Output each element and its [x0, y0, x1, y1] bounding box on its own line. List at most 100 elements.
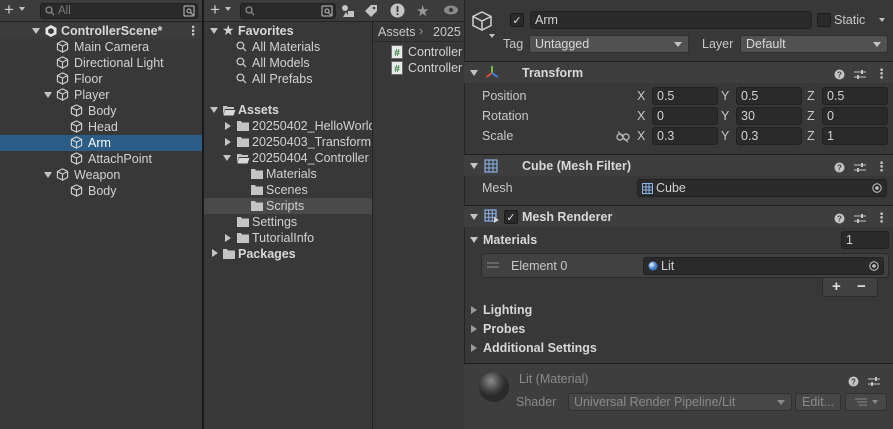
- hierarchy-item[interactable]: Directional Light: [0, 55, 202, 71]
- component-menu-icon[interactable]: ⋮: [875, 159, 888, 175]
- search-filter-icon[interactable]: [321, 5, 333, 17]
- add-dropdown-arrow-icon[interactable]: [225, 7, 231, 11]
- hierarchy-item[interactable]: Player: [0, 87, 202, 103]
- help-icon[interactable]: ?: [834, 69, 845, 80]
- component-menu-icon[interactable]: ⋮: [889, 373, 893, 389]
- material-object-field[interactable]: Lit: [643, 257, 884, 275]
- asset-folder[interactable]: 20250404_Controller: [204, 150, 372, 166]
- scale-x-input[interactable]: 0.3: [652, 127, 718, 145]
- hierarchy-add-button[interactable]: +: [4, 0, 14, 20]
- preset-icon[interactable]: [854, 213, 866, 224]
- filter-by-label-icon[interactable]: [364, 4, 378, 18]
- object-name-input[interactable]: Arm: [530, 11, 812, 29]
- hierarchy-item[interactable]: Head: [0, 119, 202, 135]
- collapse-arrow-icon[interactable]: [471, 306, 477, 314]
- mesh-renderer-header[interactable]: ✓ Mesh Renderer ? ⋮: [464, 205, 893, 227]
- asset-folder[interactable]: Scenes: [204, 182, 372, 198]
- asset-folder[interactable]: TutorialInfo: [204, 230, 372, 246]
- transform-header[interactable]: Transform ? ⋮: [464, 61, 893, 83]
- log-alert-icon[interactable]: [390, 3, 405, 18]
- mesh-filter-header[interactable]: Cube (Mesh Filter) ? ⋮: [464, 154, 893, 176]
- shader-options-button[interactable]: [845, 393, 887, 411]
- search-filter-icon[interactable]: [183, 5, 195, 17]
- hierarchy-item[interactable]: Body: [0, 183, 202, 199]
- preset-icon[interactable]: [854, 69, 866, 80]
- hierarchy-item[interactable]: Weapon: [0, 167, 202, 183]
- collapse-arrow-icon[interactable]: [471, 344, 477, 352]
- help-icon[interactable]: ?: [834, 213, 845, 224]
- expand-arrow-icon[interactable]: [44, 92, 52, 98]
- hierarchy-item[interactable]: Body: [0, 103, 202, 119]
- rotation-z-input[interactable]: 0: [822, 107, 888, 125]
- axis-label[interactable]: Y: [721, 129, 729, 143]
- object-picker-icon[interactable]: [872, 183, 882, 193]
- axis-label[interactable]: Z: [807, 109, 815, 123]
- hierarchy-item[interactable]: Main Camera: [0, 39, 202, 55]
- axis-label[interactable]: Y: [721, 89, 729, 103]
- help-icon[interactable]: ?: [834, 162, 845, 173]
- favorites-item[interactable]: All Models: [204, 55, 372, 71]
- add-dropdown-arrow-icon[interactable]: [19, 7, 25, 11]
- remove-element-button[interactable]: −: [857, 278, 866, 295]
- axis-label[interactable]: X: [637, 129, 645, 143]
- foldout-arrow-icon[interactable]: [470, 214, 478, 220]
- hierarchy-item[interactable]: AttachPoint: [0, 151, 202, 167]
- position-y-input[interactable]: 0.5: [736, 87, 802, 105]
- expand-arrow-icon[interactable]: [44, 172, 52, 178]
- expand-arrow-icon[interactable]: [223, 155, 231, 161]
- rotation-y-input[interactable]: 30: [736, 107, 802, 125]
- gameobject-cube-icon[interactable]: [471, 10, 493, 32]
- mesh-renderer-enabled-checkbox[interactable]: ✓: [504, 210, 518, 224]
- script-file[interactable]: # Controller: [373, 60, 463, 76]
- material-preview-sphere[interactable]: [478, 371, 510, 403]
- axis-label[interactable]: Z: [807, 89, 815, 103]
- hierarchy-search-input[interactable]: All: [40, 3, 198, 19]
- favorites-item[interactable]: All Prefabs: [204, 71, 372, 87]
- materials-count-input[interactable]: 1: [841, 231, 889, 249]
- axis-label[interactable]: X: [637, 109, 645, 123]
- hierarchy-item[interactable]: Floor: [0, 71, 202, 87]
- static-dropdown-arrow-icon[interactable]: [879, 18, 885, 22]
- hierarchy-item[interactable]: Arm: [0, 135, 202, 151]
- axis-label[interactable]: Z: [807, 129, 815, 143]
- collapse-arrow-icon[interactable]: [471, 325, 477, 333]
- scene-menu-icon[interactable]: ⋮: [187, 23, 200, 38]
- scale-y-input[interactable]: 0.3: [736, 127, 802, 145]
- constrain-proportions-icon[interactable]: [616, 131, 630, 143]
- component-menu-icon[interactable]: ⋮: [875, 66, 888, 82]
- favorite-star-icon[interactable]: ★: [416, 2, 429, 20]
- component-menu-icon[interactable]: ⋮: [875, 210, 888, 226]
- collapse-arrow-icon[interactable]: [225, 122, 231, 130]
- static-checkbox[interactable]: [817, 13, 831, 27]
- object-picker-icon[interactable]: [869, 261, 879, 271]
- asset-folder[interactable]: Materials: [204, 166, 372, 182]
- asset-folder[interactable]: Settings: [204, 214, 372, 230]
- preset-icon[interactable]: [868, 376, 880, 387]
- active-checkbox[interactable]: ✓: [510, 13, 524, 27]
- axis-label[interactable]: Y: [721, 109, 729, 123]
- asset-folder[interactable]: 20250402_HelloWorld: [204, 118, 372, 134]
- collapse-arrow-icon[interactable]: [212, 249, 218, 257]
- visibility-eye-icon[interactable]: [443, 4, 459, 16]
- script-file[interactable]: # Controller: [373, 44, 463, 60]
- position-z-input[interactable]: 0.5: [822, 87, 888, 105]
- project-add-button[interactable]: +: [210, 0, 220, 20]
- expand-arrow-icon[interactable]: [210, 107, 218, 113]
- help-icon[interactable]: ?: [848, 376, 859, 387]
- mesh-object-field[interactable]: Cube: [637, 179, 887, 197]
- materials-foldout-arrow-icon[interactable]: [470, 237, 478, 243]
- edit-shader-button[interactable]: Edit...: [795, 393, 841, 411]
- breadcrumb-assets[interactable]: Assets: [378, 25, 416, 39]
- expand-arrow-icon[interactable]: [32, 28, 40, 34]
- drag-handle-icon[interactable]: [487, 262, 499, 269]
- position-x-input[interactable]: 0.5: [652, 87, 718, 105]
- shader-dropdown[interactable]: Universal Render Pipeline/Lit: [568, 393, 792, 411]
- layer-dropdown[interactable]: Default: [740, 35, 888, 53]
- icon-dropdown-arrow-icon[interactable]: [489, 34, 495, 38]
- project-search-input[interactable]: [240, 3, 336, 19]
- filter-by-type-icon[interactable]: [340, 3, 356, 19]
- collapse-arrow-icon[interactable]: [225, 138, 231, 146]
- foldout-arrow-icon[interactable]: [470, 70, 478, 76]
- scale-z-input[interactable]: 1: [822, 127, 888, 145]
- expand-arrow-icon[interactable]: [210, 28, 218, 34]
